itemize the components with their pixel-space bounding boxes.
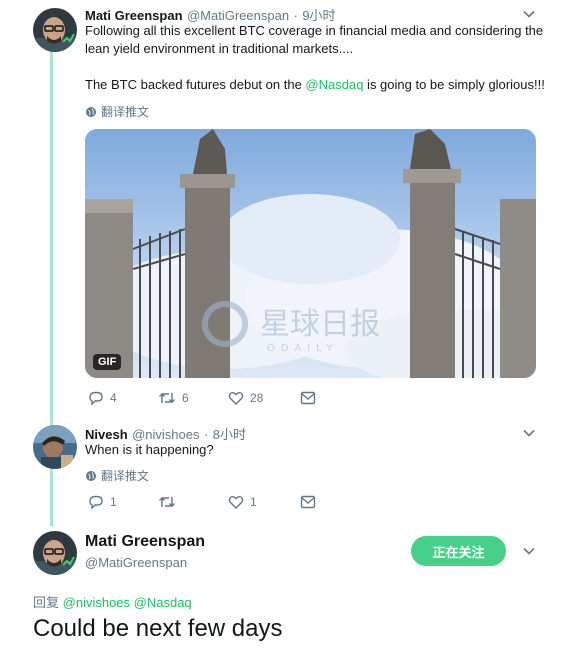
tweet-text-line: lean yield environment in traditional ma… — [85, 41, 354, 56]
user-handle[interactable]: @MatiGreenspan — [187, 8, 289, 23]
tweet-text-segment: The BTC backed futures debut on the — [85, 77, 306, 92]
like-button[interactable]: 1 — [228, 494, 300, 510]
user-name[interactable]: Mati Greenspan — [85, 8, 183, 23]
gif-media[interactable]: 星球日报 ODAILY GIF — [85, 129, 536, 378]
tweet-text-line: Following all this excellent BTC coverag… — [85, 23, 544, 38]
translate-label: 翻译推文 — [101, 469, 150, 483]
translate-link[interactable]: 翻译推文 — [85, 467, 149, 484]
globe-icon — [86, 470, 96, 481]
like-count: 28 — [250, 391, 264, 405]
tweet-actions: 1 1 — [88, 494, 316, 510]
separator-dot: · — [293, 8, 298, 23]
retweet-icon — [159, 393, 175, 403]
following-button[interactable]: 正在关注 — [411, 536, 506, 566]
gif-image: 星球日报 ODAILY — [85, 129, 536, 378]
tweet-time[interactable]: 8小时 — [213, 427, 246, 442]
avatar[interactable] — [33, 425, 77, 469]
envelope-icon — [300, 495, 316, 509]
like-count: 1 — [250, 495, 257, 509]
mention-link[interactable]: @Nasdaq — [305, 77, 363, 92]
translate-label: 翻译推文 — [101, 105, 150, 119]
message-button[interactable] — [300, 391, 316, 405]
reply-button[interactable]: 1 — [88, 494, 158, 510]
heart-icon — [228, 392, 244, 405]
retweet-count: 6 — [182, 391, 189, 405]
retweet-icon — [159, 497, 175, 507]
chevron-down-icon[interactable] — [521, 6, 537, 22]
watermark-subtext: ODAILY — [267, 343, 339, 354]
reply-mentions[interactable]: @nivishoes @Nasdaq — [63, 595, 192, 610]
reply-context: 回复 @nivishoes @Nasdaq — [33, 592, 192, 611]
tweet-text-segment: is going to be simply glorious!!! — [363, 77, 545, 92]
tweet-actions: 4 6 28 — [88, 390, 316, 406]
avatar[interactable] — [33, 531, 77, 575]
chevron-down-icon[interactable] — [521, 425, 537, 441]
message-button[interactable] — [300, 495, 316, 509]
tweet-text: Following all this excellent BTC coverag… — [85, 22, 545, 58]
translate-link[interactable]: 翻译推文 — [85, 103, 149, 120]
reply-prefix: 回复 — [33, 595, 60, 610]
main-user-handle[interactable]: @MatiGreenspan — [85, 555, 187, 570]
like-button[interactable]: 28 — [228, 390, 300, 406]
retweet-button[interactable]: 6 — [158, 390, 228, 406]
user-name[interactable]: Nivesh — [85, 427, 128, 442]
reply-icon — [89, 495, 103, 510]
separator-dot: · — [203, 427, 209, 442]
reply-count: 1 — [110, 495, 117, 509]
main-user-name[interactable]: Mati Greenspan — [85, 533, 205, 551]
user-handle[interactable]: @nivishoes — [132, 427, 199, 442]
main-tweet-text: Could be next few days — [33, 615, 283, 642]
avatar[interactable] — [33, 8, 77, 52]
reply-icon — [89, 391, 103, 406]
tweet-time[interactable]: 9小时 — [302, 8, 335, 23]
chevron-down-icon[interactable] — [521, 543, 537, 559]
gif-badge: GIF — [93, 354, 122, 370]
reply-button[interactable]: 4 — [88, 390, 158, 406]
tweet-text: When is it happening? — [85, 442, 214, 457]
retweet-button[interactable] — [158, 494, 228, 510]
envelope-icon — [300, 391, 316, 405]
reply-count: 4 — [110, 391, 117, 405]
heart-icon — [228, 496, 244, 509]
tweet-text-paragraph: The BTC backed futures debut on the @Nas… — [85, 76, 545, 94]
watermark-text: 星球日报 — [260, 307, 380, 342]
globe-icon — [86, 106, 96, 117]
